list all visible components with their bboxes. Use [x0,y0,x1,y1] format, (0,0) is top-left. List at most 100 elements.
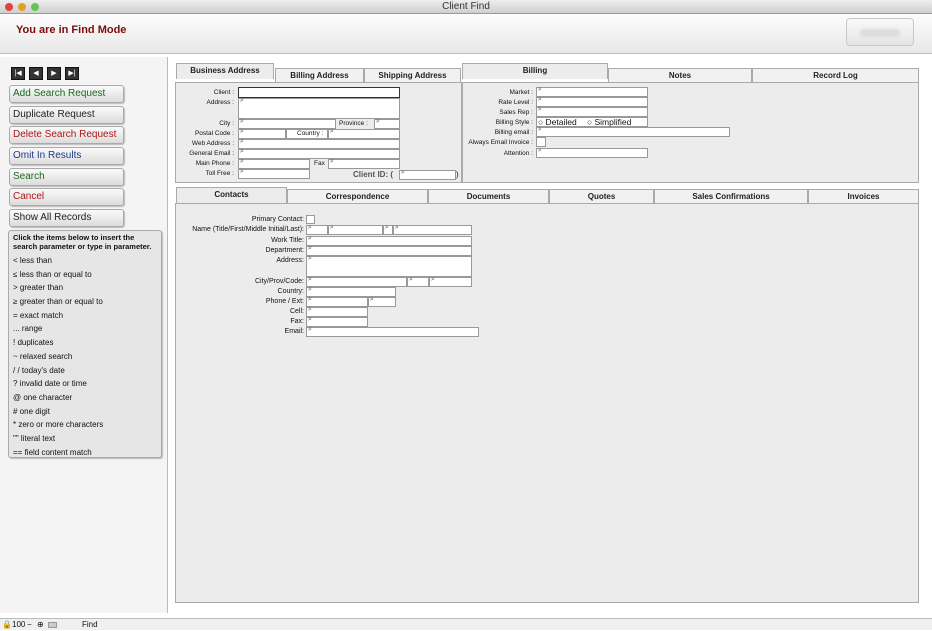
contact-ext-field[interactable] [368,296,396,307]
client-id-field[interactable] [399,169,456,180]
tab-sales-confirmations[interactable]: Sales Confirmations [654,189,808,203]
city-field[interactable] [238,118,336,129]
operator-item[interactable]: ~ relaxed search [13,350,157,364]
duplicate-request-button[interactable]: Duplicate Request [9,106,124,124]
general-email-field[interactable] [238,148,400,159]
zoom-out-icon[interactable]: − [27,619,32,631]
address-label: Address : [206,99,234,106]
web-address-field[interactable] [238,138,400,149]
operator-item[interactable]: == field content match [13,446,157,460]
billing-email-field[interactable] [536,126,730,137]
tab-quotes[interactable]: Quotes [549,189,654,203]
operator-item[interactable]: ≥ greater than or equal to [13,295,157,309]
tab-billing[interactable]: Billing [462,63,608,79]
tab-record-log[interactable]: Record Log [752,68,919,82]
rate-level-field[interactable] [536,96,648,107]
status-bar: 🔒 100 − ⊕ Find [0,618,932,630]
contact-phone-field[interactable] [306,296,368,307]
zoom-window-icon[interactable] [31,3,39,11]
department-label: Department: [265,247,304,254]
main-phone-field[interactable] [238,158,310,169]
department-field[interactable] [306,245,472,256]
country-field[interactable] [328,128,400,139]
operator-item[interactable]: ! duplicates [13,336,157,350]
tab-contacts[interactable]: Contacts [176,187,287,203]
toll-free-label: Toll Free : [205,170,234,177]
work-title-field[interactable] [306,235,472,246]
postal-code-field[interactable] [238,128,286,139]
tab-notes[interactable]: Notes [608,68,752,82]
find-mode-label: You are in Find Mode [16,24,127,36]
country-label: Country : [297,130,324,137]
next-record-button[interactable]: ▶ [47,67,61,80]
search-button[interactable]: Search [9,168,124,186]
operator-item[interactable]: ? invalid date or time [13,377,157,391]
add-search-request-button[interactable]: Add Search Request [9,85,124,103]
rate-level-label: Rate Level : [498,99,533,106]
operator-item[interactable]: * zero or more characters [13,418,157,432]
name-title-field[interactable] [306,224,328,235]
operator-item[interactable]: ... range [13,322,157,336]
client-field[interactable] [238,87,400,98]
billing-style-detailed[interactable]: ○ Detailed [538,117,577,127]
tab-invoices[interactable]: Invoices [808,189,919,203]
omit-in-results-button[interactable]: Omit In Results [9,147,124,165]
show-all-records-button[interactable]: Show All Records [9,209,124,227]
contact-email-label: Email: [284,328,304,335]
operator-item[interactable]: # one digit [13,405,157,419]
client-id-close-paren: ) [456,170,459,179]
zoom-in-icon[interactable]: ⊕ [37,619,44,631]
primary-contact-checkbox[interactable] [306,215,315,224]
sales-rep-field[interactable] [536,106,648,117]
delete-search-request-button[interactable]: Delete Search Request [9,126,124,144]
contact-fax-label: Fax: [290,318,304,325]
fax-field[interactable] [328,158,400,169]
billing-style-simplified[interactable]: ○ Simplified [587,117,631,127]
toll-free-field[interactable] [238,168,310,179]
contact-country-field[interactable] [306,286,396,297]
close-window-icon[interactable] [5,3,13,11]
contact-email-field[interactable] [306,326,479,337]
name-middle-field[interactable] [383,224,393,235]
header-logo-button[interactable] [846,18,914,46]
province-field[interactable] [374,118,400,129]
operator-item[interactable]: < less than [13,254,157,268]
market-field[interactable] [536,86,648,97]
operators-panel: Click the items below to insert the sear… [8,230,162,458]
tab-correspondence[interactable]: Correspondence [287,189,428,203]
address-panel: Client : Address : City : Province : Pos… [175,82,462,183]
postal-code-label: Postal Code : [194,130,234,137]
contact-province-field[interactable] [407,276,429,287]
minimize-window-icon[interactable] [18,3,26,11]
always-email-invoice-checkbox[interactable] [536,137,546,147]
cancel-button[interactable]: Cancel [9,188,124,206]
attention-label: Attention : [503,150,533,157]
lock-icon: 🔒 [2,620,12,629]
contact-postal-field[interactable] [429,276,472,287]
name-last-field[interactable] [393,224,472,235]
operator-item[interactable]: @ one character [13,391,157,405]
always-email-invoice-label: Always Email Invoice : [468,139,533,146]
previous-record-button[interactable]: ◀ [29,67,43,80]
operator-item[interactable]: / / today's date [13,364,157,378]
name-first-field[interactable] [328,224,383,235]
tab-shipping-address[interactable]: Shipping Address [364,68,461,82]
cell-field[interactable] [306,306,368,317]
operator-item[interactable]: = exact match [13,309,157,323]
attention-field[interactable] [536,147,648,158]
contact-address-field[interactable] [306,255,472,277]
operator-item[interactable]: "" literal text [13,432,157,446]
cell-label: Cell: [289,308,304,315]
operator-item[interactable]: > greater than [13,281,157,295]
tab-business-address[interactable]: Business Address [176,63,274,79]
contact-fax-field[interactable] [306,316,368,327]
toggle-toolbar-icon[interactable] [48,622,57,628]
last-record-button[interactable]: ▶| [65,67,79,80]
first-record-button[interactable]: |◀ [11,67,25,80]
address-field[interactable] [238,97,400,119]
tab-documents[interactable]: Documents [428,189,549,203]
zoom-level[interactable]: 100 [12,619,25,631]
contact-city-field[interactable] [306,276,407,287]
tab-billing-address[interactable]: Billing Address [275,68,364,82]
operator-item[interactable]: ≤ less than or equal to [13,268,157,282]
